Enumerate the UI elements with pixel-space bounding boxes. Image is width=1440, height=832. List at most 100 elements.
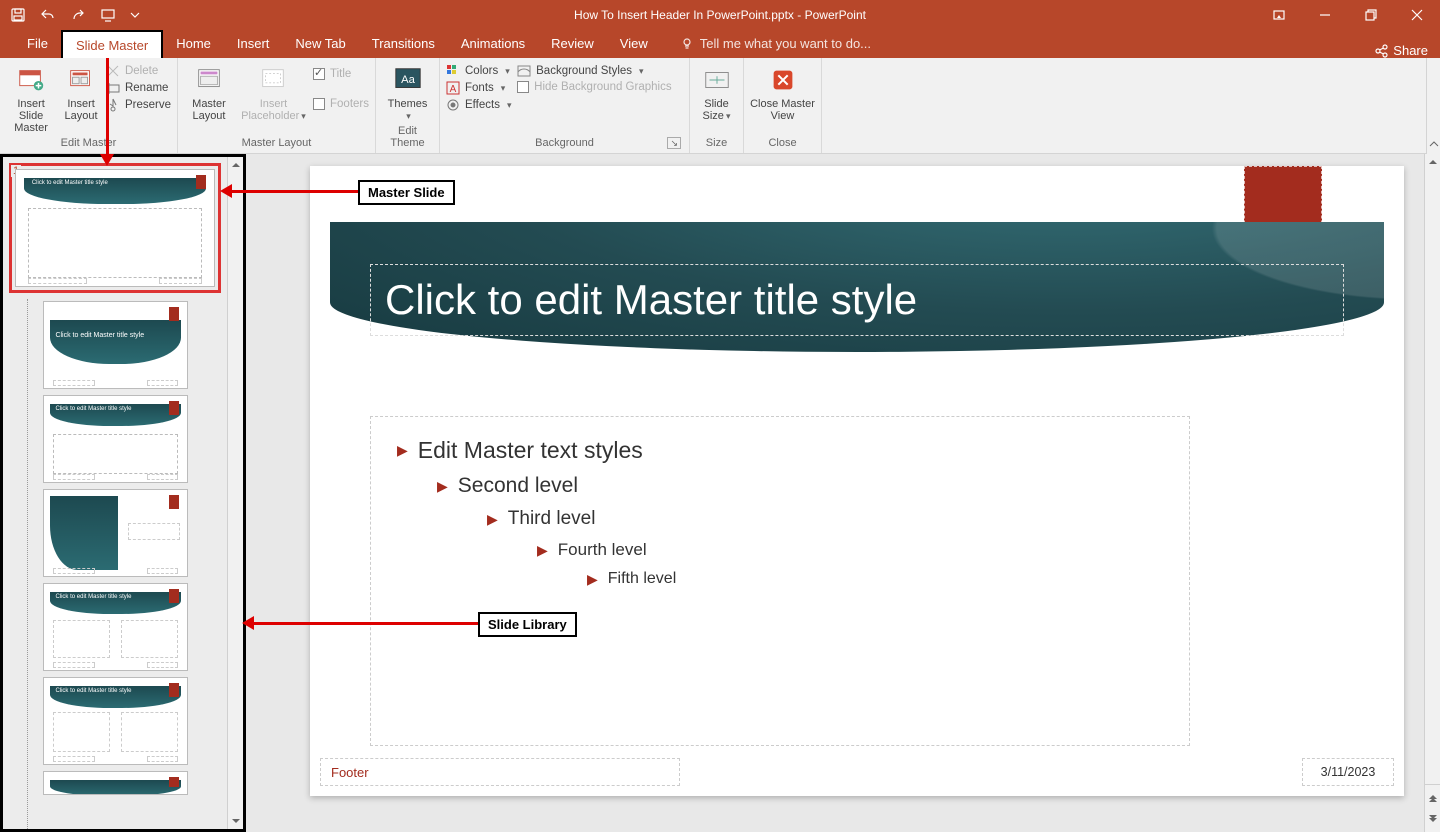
close-button[interactable] [1394, 0, 1440, 30]
lvl4-text: Fourth level [558, 540, 647, 560]
titlebar: How To Insert Header In PowerPoint.pptx … [0, 0, 1440, 30]
group-label-master-layout: Master Layout [184, 137, 369, 151]
scroll-down-icon[interactable] [228, 813, 243, 829]
annotation-arrow-down [106, 58, 109, 156]
layout-thumb-3[interactable] [43, 489, 188, 577]
prev-slide-button[interactable] [1425, 785, 1440, 809]
bullet-icon: ▶ [587, 571, 598, 588]
svg-text:A: A [450, 84, 457, 95]
share-button[interactable]: Share [1374, 43, 1428, 58]
tab-slide-master[interactable]: Slide Master [61, 30, 163, 60]
lvl3-text: Third level [508, 508, 596, 530]
layout-thumb-1[interactable]: Click to edit Master title style [43, 301, 188, 389]
tab-review[interactable]: Review [538, 30, 607, 58]
minimize-button[interactable] [1302, 0, 1348, 30]
master-thumb-highlight: 1 Click to edit Master title style [9, 163, 221, 293]
editor-scrollbar[interactable] [1424, 154, 1440, 832]
slide-size-button[interactable]: Slide Size▾ [696, 62, 737, 122]
tab-animations[interactable]: Animations [448, 30, 538, 58]
master-layout-label: Master Layout [184, 98, 234, 122]
layout-thumb-2[interactable]: Click to edit Master title style [43, 395, 188, 483]
layout-thumb-4[interactable]: Click to edit Master title style [43, 583, 188, 671]
tell-me-label: Tell me what you want to do... [700, 36, 871, 51]
group-edit-theme: Aa Themes▾ Edit Theme [376, 58, 440, 153]
insert-placeholder-icon [257, 64, 289, 96]
tab-view[interactable]: View [607, 30, 661, 58]
tell-me-search[interactable]: Tell me what you want to do... [667, 30, 884, 58]
master-title-text: Click to edit Master title style [385, 276, 917, 324]
delete-label: Delete [125, 65, 158, 77]
fonts-button[interactable]: AFonts▾ [446, 81, 513, 95]
master-content-placeholder[interactable]: ▶Edit Master text styles ▶Second level ▶… [370, 416, 1190, 746]
thumbnail-list[interactable]: 1 Click to edit Master title style Click… [3, 157, 227, 829]
effects-label: Effects [465, 99, 500, 111]
thumbs-scrollbar[interactable] [227, 157, 243, 829]
close-master-view-button[interactable]: Close Master View [750, 62, 815, 122]
master-slide-thumb[interactable]: Click to edit Master title style [15, 169, 215, 287]
lvl5-text: Fifth level [608, 570, 676, 588]
restore-button[interactable] [1348, 0, 1394, 30]
date-placeholder[interactable]: 3/11/2023 [1302, 758, 1394, 786]
ribbon-display-options-icon[interactable] [1256, 0, 1302, 30]
window-controls [1256, 0, 1440, 30]
group-close: Close Master View Close [744, 58, 822, 153]
tab-home[interactable]: Home [163, 30, 224, 58]
themes-button[interactable]: Aa Themes▾ [382, 62, 433, 122]
date-text: 3/11/2023 [1321, 765, 1376, 779]
footer-placeholder[interactable]: Footer [320, 758, 680, 786]
svg-text:Aa: Aa [401, 74, 416, 86]
tab-insert[interactable]: Insert [224, 30, 283, 58]
next-slide-button[interactable] [1425, 809, 1440, 832]
redo-icon[interactable] [70, 7, 86, 23]
dialog-launcher-icon[interactable]: ↘ [667, 137, 681, 149]
slide-size-icon [701, 64, 733, 96]
annotation-master-slide: Master Slide [358, 180, 455, 205]
hide-bg-label: Hide Background Graphics [534, 81, 671, 93]
rename-button[interactable]: Rename [106, 81, 171, 95]
tree-line [27, 299, 28, 829]
start-from-beginning-icon[interactable] [100, 7, 116, 23]
master-layout-icon [193, 64, 225, 96]
rename-label: Rename [125, 82, 168, 94]
group-label-size: Size [696, 137, 737, 151]
annotation-arrow-library [252, 622, 478, 625]
close-master-view-label: Close Master View [750, 98, 815, 122]
work-area: 1 Click to edit Master title style Click… [0, 154, 1440, 832]
background-styles-label: Background Styles [536, 65, 632, 77]
slide-editor: ‹#› Click to edit Master title style ▶Ed… [246, 154, 1440, 832]
tab-new-tab[interactable]: New Tab [282, 30, 358, 58]
undo-icon[interactable] [40, 7, 56, 23]
group-label-close: Close [750, 137, 815, 151]
scroll-up-icon[interactable] [228, 157, 243, 173]
layout-thumb-5[interactable]: Click to edit Master title style [43, 677, 188, 765]
tab-file[interactable]: File [14, 30, 61, 58]
annotation-arrow-master [230, 190, 358, 193]
master-layout-button[interactable]: Master Layout [184, 62, 234, 122]
ribbon-tabs: File Slide Master Home Insert New Tab Tr… [0, 30, 1440, 58]
collapse-ribbon-button[interactable] [1426, 58, 1440, 154]
document-title: How To Insert Header In PowerPoint.pptx … [574, 8, 866, 22]
delete-button: Delete [106, 64, 171, 78]
background-styles-button[interactable]: Background Styles▾ [517, 64, 683, 78]
slide-size-label: Slide Size▾ [696, 98, 737, 122]
insert-layout-button[interactable]: Insert Layout [60, 62, 102, 122]
scroll-up-icon[interactable] [1425, 154, 1440, 170]
effects-button[interactable]: Effects▾ [446, 98, 513, 112]
footers-checkbox: Footers [313, 98, 369, 110]
insert-layout-icon [65, 64, 97, 96]
tab-transitions[interactable]: Transitions [359, 30, 448, 58]
slide-master-icon [15, 64, 47, 96]
footers-chk-label: Footers [330, 98, 369, 110]
slide-canvas[interactable]: ‹#› Click to edit Master title style ▶Ed… [310, 166, 1404, 796]
master-title-placeholder[interactable]: Click to edit Master title style [370, 264, 1344, 336]
qat-customize-icon[interactable] [130, 7, 140, 23]
preserve-button[interactable]: Preserve [106, 98, 171, 112]
thumbnail-pane: 1 Click to edit Master title style Click… [0, 154, 246, 832]
bullet-icon: ▶ [537, 542, 548, 559]
save-icon[interactable] [10, 7, 26, 23]
layout-thumb-6[interactable] [43, 771, 188, 795]
insert-slide-master-button[interactable]: Insert Slide Master [6, 62, 56, 134]
bullet-icon: ▶ [437, 478, 448, 495]
quick-access-toolbar [0, 7, 140, 23]
colors-button[interactable]: Colors▾ [446, 64, 513, 78]
